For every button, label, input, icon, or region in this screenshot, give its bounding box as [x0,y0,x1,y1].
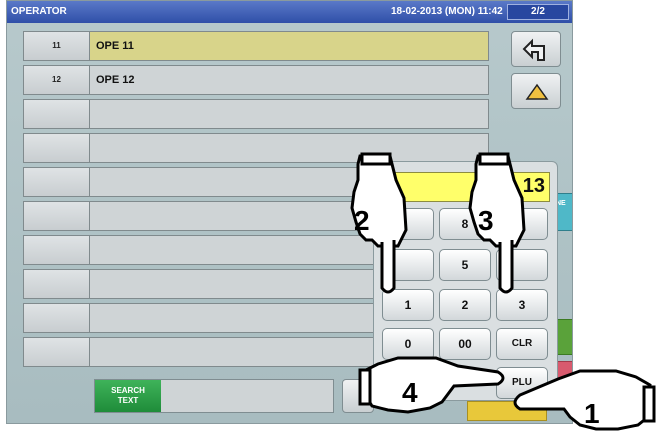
screen-title: OPERATOR [11,6,67,17]
row-number [24,338,90,366]
row-number: 11 [24,32,90,60]
return-arrow-icon [522,38,545,61]
list-row[interactable]: 11 OPE 11 [23,31,489,61]
row-number: 12 [24,66,90,94]
row-number [24,236,90,264]
row-number [24,134,90,162]
up-triangle-icon [525,83,549,100]
list-row[interactable] [23,133,489,163]
scroll-up-button[interactable] [511,73,561,109]
hand-pointer-2: 2 [350,152,408,294]
search-field[interactable]: SEARCH TEXT [94,379,334,413]
list-row[interactable] [23,99,489,129]
row-name: OPE 12 [96,74,135,86]
row-number [24,202,90,230]
search-text-button[interactable]: SEARCH TEXT [95,380,161,412]
list-row[interactable]: 12 OPE 12 [23,65,489,95]
row-name: OPE 11 [96,40,134,52]
date-time: 18-02-2013 (MON) 11:42 [391,6,503,17]
title-bar: OPERATOR 18-02-2013 (MON) 11:42 2/2 [7,1,572,23]
back-button[interactable] [511,31,561,67]
row-number [24,270,90,298]
hand-number-1: 1 [584,398,600,429]
row-number [24,100,90,128]
search-label-line1: SEARCH [111,386,145,395]
row-number [24,304,90,332]
search-label-line2: TEXT [117,396,139,405]
hand-number-2: 2 [354,205,370,236]
hand-pointer-4: 4 [358,356,505,414]
hand-pointer-3: 3 [468,152,526,294]
hand-pointer-1: 1 [513,369,656,431]
page-indicator: 2/2 [507,4,569,20]
hand-number-3: 3 [478,205,494,236]
row-number [24,168,90,196]
hand-number-4: 4 [402,377,418,408]
